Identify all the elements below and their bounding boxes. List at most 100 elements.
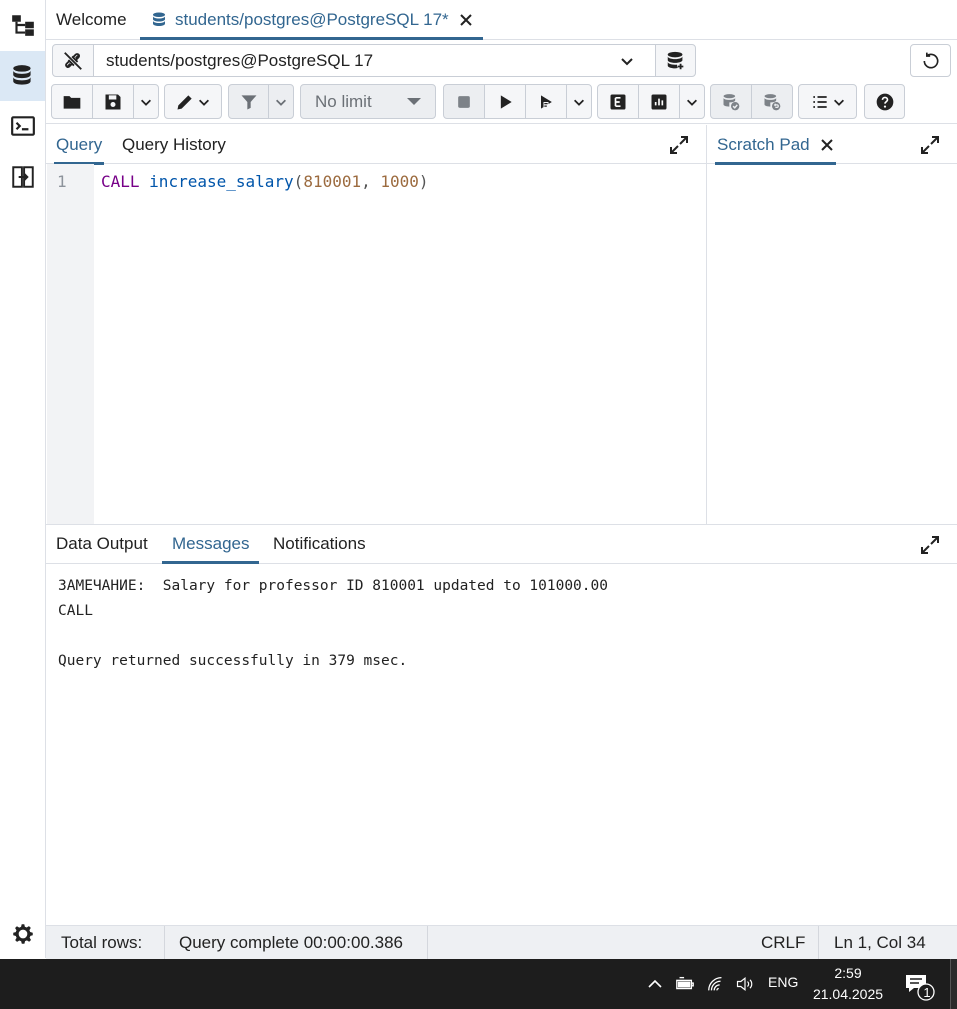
close-icon[interactable] xyxy=(820,138,834,152)
sql-editor-line[interactable]: CALL increase_salary(810001, 1000) xyxy=(101,172,429,191)
sql-comma: , xyxy=(361,172,381,191)
panel-divider[interactable] xyxy=(706,125,707,524)
explain-button[interactable] xyxy=(597,84,639,119)
pencil-icon xyxy=(177,94,192,109)
connection-select[interactable]: students/postgres@PostgreSQL 17 xyxy=(93,44,656,77)
schema-diff-icon[interactable] xyxy=(0,152,45,202)
message-line: ЗАМЕЧАНИЕ: Salary for professor ID 81000… xyxy=(58,578,608,594)
expand-icon[interactable] xyxy=(919,534,941,556)
tab-data-output[interactable]: Data Output xyxy=(56,525,148,563)
tab-query-tool-label: students/postgres@PostgreSQL 17* xyxy=(175,10,449,29)
wifi-icon xyxy=(708,977,722,991)
status-divider xyxy=(818,926,819,960)
network-tray-icon[interactable] xyxy=(705,974,727,994)
chevron-down-icon xyxy=(833,99,844,106)
tab-notifications[interactable]: Notifications xyxy=(273,525,366,563)
chevron-up-icon xyxy=(648,979,662,988)
connection-status-button[interactable] xyxy=(52,44,94,77)
new-connection-button[interactable] xyxy=(655,44,696,77)
open-file-button[interactable] xyxy=(51,84,93,119)
volume-tray-icon[interactable] xyxy=(733,974,757,994)
settings-gear-icon[interactable] xyxy=(0,909,45,959)
status-bar: Total rows: Query complete 00:00:00.386 … xyxy=(46,925,957,960)
database-rollback-icon xyxy=(764,93,781,110)
play-script-icon xyxy=(541,94,552,109)
message-line: CALL xyxy=(58,603,93,619)
left-rail xyxy=(0,0,46,958)
scratch-pad-header: Scratch Pad xyxy=(707,125,957,165)
cursor-position-status: Ln 1, Col 34 xyxy=(834,933,926,952)
expand-icon[interactable] xyxy=(919,134,941,156)
messages-output[interactable]: ЗАМЕЧАНИЕ: Salary for professor ID 81000… xyxy=(58,574,608,674)
connection-select-value: students/postgres@PostgreSQL 17 xyxy=(106,50,374,70)
explain-options-dropdown[interactable] xyxy=(679,84,705,119)
chevron-down-icon xyxy=(276,99,286,106)
tab-query-tool[interactable]: students/postgres@PostgreSQL 17* xyxy=(140,0,483,40)
sql-keyword: CALL xyxy=(101,172,140,191)
line-number: 1 xyxy=(57,172,67,191)
macros-menu-button[interactable] xyxy=(798,84,857,119)
save-file-button[interactable] xyxy=(92,84,134,119)
filter-icon xyxy=(241,94,256,109)
rollback-button[interactable] xyxy=(751,84,793,119)
chevron-down-icon xyxy=(199,99,209,106)
sql-function-name: increase_salary xyxy=(149,172,294,191)
close-tab-icon[interactable] xyxy=(459,13,473,27)
sql-paren-open: ( xyxy=(293,172,304,191)
status-divider xyxy=(427,926,428,960)
cancel-query-button[interactable] xyxy=(443,84,485,119)
execute-button[interactable] xyxy=(484,84,526,119)
filter-options-dropdown[interactable] xyxy=(268,84,294,119)
save-options-dropdown[interactable] xyxy=(133,84,159,119)
connection-bar: students/postgres@PostgreSQL 17 xyxy=(46,40,957,82)
execute-options-dropdown[interactable] xyxy=(566,84,592,119)
tab-query[interactable]: Query xyxy=(53,125,105,165)
show-desktop-button[interactable] xyxy=(950,959,957,1009)
execute-script-button[interactable] xyxy=(525,84,567,119)
message-line: Query returned successfully in 379 msec. xyxy=(58,653,408,669)
chevron-down-icon xyxy=(574,99,584,106)
input-language-indicator[interactable]: ENG xyxy=(768,974,798,990)
tab-welcome[interactable]: Welcome xyxy=(56,0,127,40)
row-limit-select[interactable]: No limit xyxy=(300,84,436,119)
reset-layout-button[interactable] xyxy=(910,44,951,77)
psql-terminal-icon[interactable] xyxy=(0,101,45,151)
sql-arg-2: 1000 xyxy=(380,172,419,191)
help-button[interactable] xyxy=(864,84,905,119)
tab-messages[interactable]: Messages xyxy=(161,525,261,564)
main-tab-strip: Welcome students/postgres@PostgreSQL 17* xyxy=(46,0,957,40)
results-panel-header: Data Output Messages Notifications xyxy=(46,524,957,564)
notification-icon xyxy=(906,975,935,1001)
message-line xyxy=(58,624,608,649)
battery-icon xyxy=(676,976,694,990)
plug-icon xyxy=(64,51,82,70)
tab-welcome-label: Welcome xyxy=(56,10,127,29)
stop-icon xyxy=(458,95,470,108)
query-toolbar: No limit xyxy=(46,82,957,124)
total-rows-label: Total rows: xyxy=(61,933,143,952)
tab-query-label: Query xyxy=(56,134,103,154)
help-icon xyxy=(876,93,893,110)
notification-count-badge: 1 xyxy=(923,985,931,1000)
tab-query-history[interactable]: Query History xyxy=(122,125,226,164)
explain-analyze-button[interactable] xyxy=(638,84,680,119)
row-limit-value: No limit xyxy=(315,91,372,111)
battery-tray-icon[interactable] xyxy=(674,974,696,994)
tab-data-output-label: Data Output xyxy=(56,534,148,553)
show-hidden-icons-button[interactable] xyxy=(645,974,665,994)
filter-button[interactable] xyxy=(228,84,269,119)
status-divider xyxy=(164,926,165,960)
query-panel-header: Query Query History xyxy=(46,125,706,165)
tab-query-history-label: Query History xyxy=(122,134,226,154)
sql-paren-close: ) xyxy=(418,172,429,191)
notification-center-button[interactable]: 1 xyxy=(903,971,939,1001)
tab-scratch-pad[interactable]: Scratch Pad xyxy=(715,125,836,165)
edit-menu-button[interactable] xyxy=(164,84,222,119)
expand-icon[interactable] xyxy=(668,134,690,156)
clock-date: 21.04.2025 xyxy=(812,986,884,1002)
query-tool-icon[interactable] xyxy=(0,51,45,101)
object-explorer-icon[interactable] xyxy=(0,0,45,50)
database-commit-icon xyxy=(723,93,740,110)
commit-button[interactable] xyxy=(710,84,752,119)
taskbar-clock[interactable]: 2:59 21.04.2025 xyxy=(810,963,886,1005)
